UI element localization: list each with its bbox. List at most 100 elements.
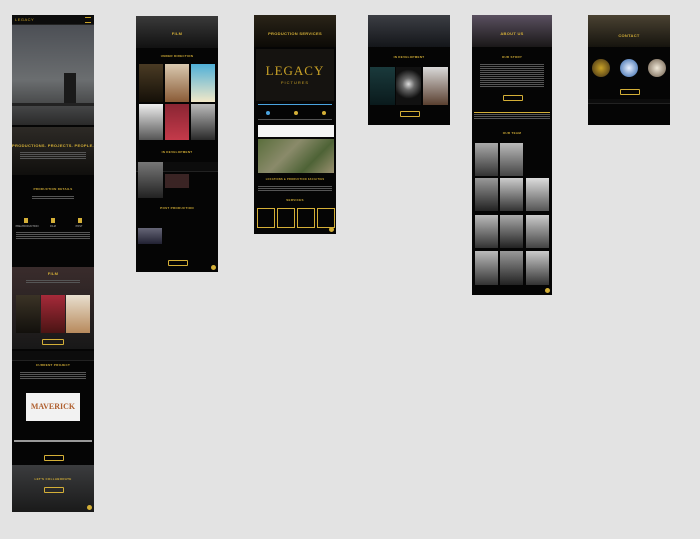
location-map[interactable] <box>258 139 334 173</box>
film-poster-6[interactable] <box>191 104 215 140</box>
dev-hero <box>368 15 450 47</box>
story-more-button[interactable] <box>503 95 523 101</box>
service-icon-2 <box>294 111 298 115</box>
film-poster-4[interactable] <box>139 104 163 140</box>
map-section-title: LOCATIONS & PRODUCTION FACILITIES <box>265 178 325 181</box>
about-page-title: ABOUT US <box>500 31 524 36</box>
hero-figure <box>64 73 76 103</box>
service-icon-1 <box>266 111 270 115</box>
team-photo-3[interactable] <box>475 178 498 211</box>
artboard-film: FILM UNDER DIRECTION IN DEVELOPMENT POST… <box>136 16 218 272</box>
artboard-contact: CONTACT <box>588 15 670 125</box>
team-photo-10[interactable] <box>500 251 523 285</box>
story-text <box>480 63 544 88</box>
current-project-title: CURRENT PROJECT <box>35 363 71 367</box>
site-header: LEGACY <box>12 15 94 25</box>
under-direction-heading: UNDER DIRECTION <box>160 54 194 58</box>
col-text <box>16 231 90 240</box>
chat-button[interactable] <box>545 288 550 293</box>
dev-card-figure[interactable] <box>396 67 421 105</box>
service-icon-3 <box>322 111 326 115</box>
film-load-more-button[interactable] <box>168 260 188 266</box>
partner-logos <box>14 439 92 443</box>
values-columns <box>474 111 550 120</box>
in-development-heading: IN DEVELOPMENT <box>161 150 193 154</box>
film-poster-1[interactable] <box>139 64 163 102</box>
col-post: POST <box>75 225 83 228</box>
site-logo[interactable]: LEGACY <box>15 17 34 22</box>
film-poster-5[interactable] <box>165 104 189 140</box>
about-text <box>20 151 86 160</box>
hamburger-menu-icon[interactable] <box>85 17 91 23</box>
film-poster-3[interactable] <box>191 64 215 102</box>
icon-film <box>51 218 55 223</box>
poster-3[interactable] <box>66 295 90 333</box>
current-project-text <box>20 371 86 380</box>
film-title: FILM <box>47 271 59 276</box>
services-title: PRODUCTION SERVICES <box>268 31 322 36</box>
dev-still-1[interactable] <box>138 162 163 198</box>
legacy-logo: LEGACY <box>265 63 325 78</box>
video-controls[interactable] <box>258 103 332 106</box>
team-photo-1[interactable] <box>475 143 498 176</box>
team-photo-4[interactable] <box>500 178 523 211</box>
dev-card-forest[interactable] <box>370 67 395 105</box>
chat-button[interactable] <box>329 227 334 232</box>
artboard-about: ABOUT US OUR STORY OUR TEAM <box>472 15 552 295</box>
film-more-button[interactable] <box>42 339 64 345</box>
artboard-home: LEGACY PRODUCTIONS. PROJECTS. PEOPLE. PR… <box>12 15 94 512</box>
service-card-1[interactable] <box>257 208 275 228</box>
post-production-heading: POST PRODUCTION <box>160 206 194 210</box>
service-labels <box>258 118 332 121</box>
contact-circle-1[interactable] <box>592 59 610 77</box>
details-text <box>32 195 74 200</box>
poster-1[interactable] <box>16 295 40 333</box>
about-title: PRODUCTIONS. PROJECTS. PEOPLE. <box>12 143 94 148</box>
dev-title: IN DEVELOPMENT <box>393 55 425 59</box>
artboard-services: PRODUCTION SERVICES LEGACY PICTURES LOCA… <box>254 15 336 234</box>
our-story-title: OUR STORY <box>501 55 523 59</box>
contact-circle-2[interactable] <box>620 59 638 77</box>
dev-more-button[interactable] <box>400 111 420 117</box>
contact-page-title: CONTACT <box>618 33 640 38</box>
artboard-in-development: IN DEVELOPMENT <box>368 15 450 125</box>
film-page-title: FILM <box>171 31 183 36</box>
col-film: FILM <box>50 225 56 228</box>
icon-post <box>78 218 82 223</box>
service-card-3[interactable] <box>297 208 315 228</box>
chat-button[interactable] <box>211 265 216 270</box>
dev-still-2[interactable] <box>165 174 189 188</box>
contact-submit-button[interactable] <box>620 89 640 95</box>
dev-card-portrait[interactable] <box>423 67 448 105</box>
facility-list <box>258 185 332 192</box>
maverick-logo: MAVERICK <box>30 402 76 411</box>
film-text <box>26 279 80 284</box>
col-pre-production: PRE-PRODUCTION <box>15 225 39 228</box>
film-poster-2[interactable] <box>165 64 189 102</box>
service-card-4[interactable] <box>317 208 335 228</box>
contact-footer <box>588 99 670 104</box>
team-photo-11[interactable] <box>526 251 549 285</box>
hero-image <box>12 25 94 125</box>
hero-railing <box>12 103 94 106</box>
team-photo-5[interactable] <box>526 178 549 211</box>
team-photo-2[interactable] <box>500 143 523 176</box>
contact-circle-3[interactable] <box>648 59 666 77</box>
white-strip <box>258 125 334 137</box>
contact-hero <box>588 15 670 47</box>
service-card-2[interactable] <box>277 208 295 228</box>
our-team-title: OUR TEAM <box>502 131 522 135</box>
current-more-button[interactable] <box>44 455 64 461</box>
pictures-logo: PICTURES <box>280 80 310 85</box>
team-photo-9[interactable] <box>475 251 498 285</box>
poster-2[interactable] <box>41 295 65 333</box>
contact-title: LET'S COLLABORATE <box>34 477 72 481</box>
team-photo-6[interactable] <box>475 215 498 248</box>
services-section-title: SERVICES <box>286 198 304 202</box>
chat-button[interactable] <box>87 505 92 510</box>
team-photo-7[interactable] <box>500 215 523 248</box>
post-still-1[interactable] <box>138 228 162 244</box>
icon-pre-production <box>24 218 28 223</box>
team-photo-8[interactable] <box>526 215 549 248</box>
contact-button[interactable] <box>44 487 64 493</box>
